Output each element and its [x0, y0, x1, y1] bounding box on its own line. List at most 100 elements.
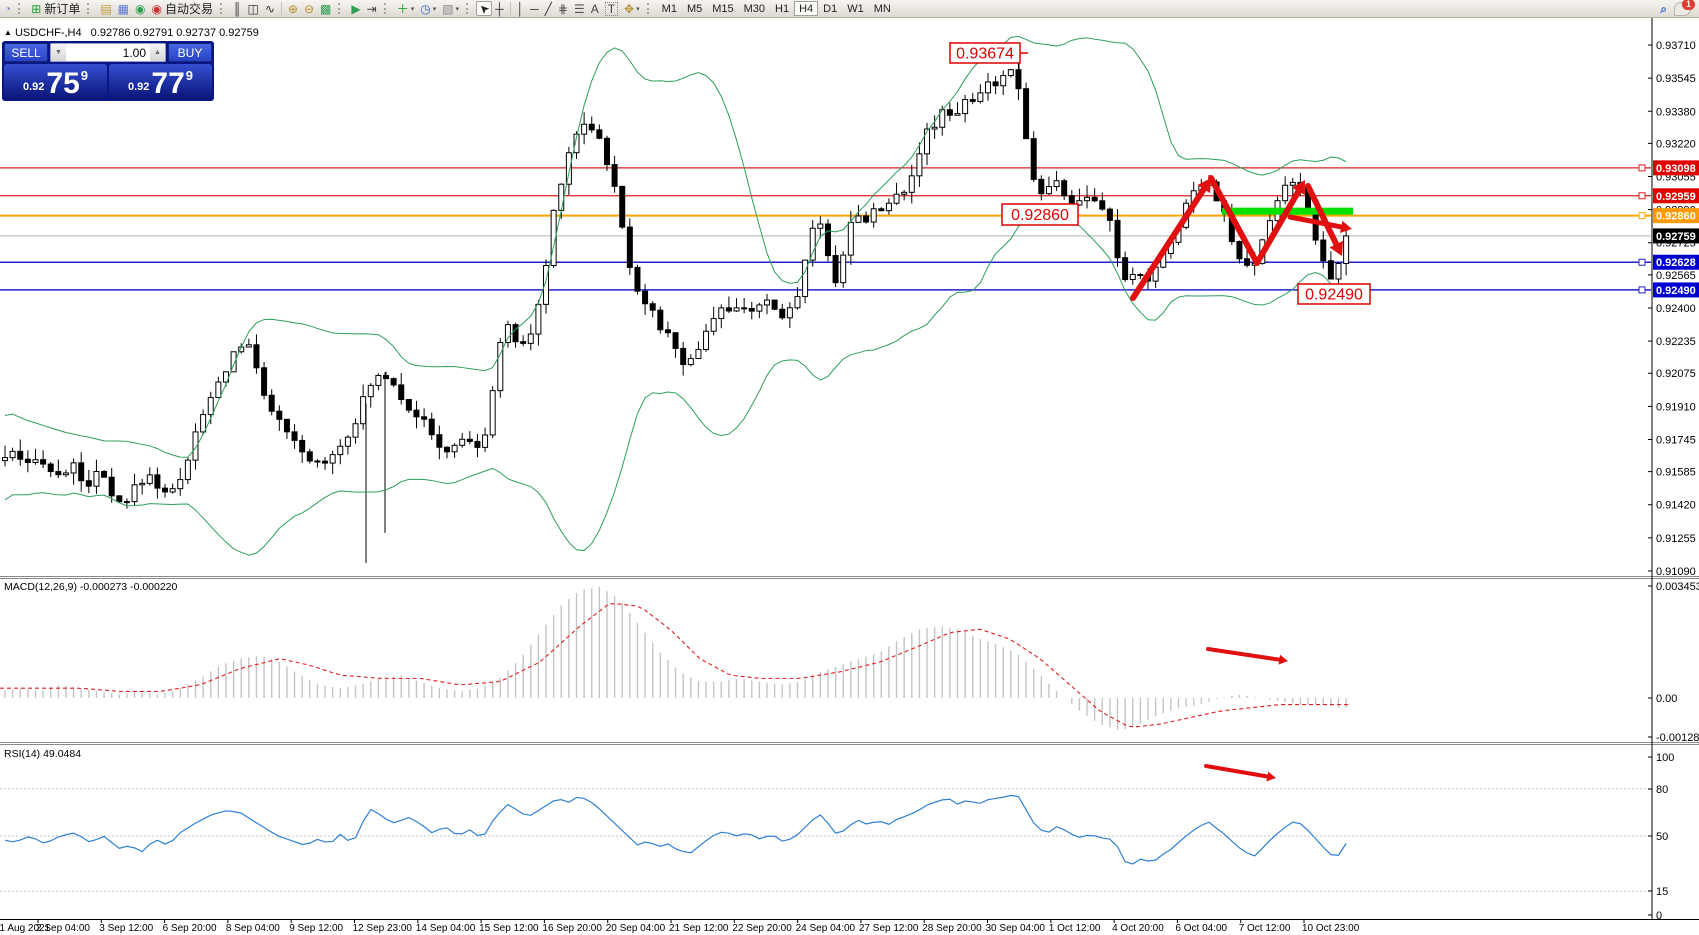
new-order-button-label: 新订单: [44, 0, 80, 17]
candle-body: [909, 176, 914, 192]
auto-scroll-button[interactable]: ▶: [348, 1, 363, 16]
horizontal-line-glyph: ─: [530, 3, 539, 15]
chart-background: [0, 17, 1699, 935]
auto-trading-button[interactable]: ◉自动交易: [149, 1, 217, 16]
buy-button[interactable]: BUY: [168, 43, 212, 62]
rsi-axis-label: 50: [1656, 831, 1668, 843]
y-axis-label: 0.92400: [1656, 303, 1696, 315]
toolbar-separator: [510, 2, 511, 15]
candle-body: [490, 391, 495, 435]
candle-body: [772, 300, 777, 309]
fibonacci-f-glyph: ☰: [574, 3, 585, 15]
candle-body: [1336, 264, 1341, 279]
cursor-button[interactable]: ➤: [476, 1, 492, 16]
candle-body: [513, 325, 518, 342]
text-button[interactable]: A: [588, 1, 602, 16]
vertical-line-button[interactable]: │: [514, 1, 528, 16]
candle-body: [582, 124, 587, 134]
sell-button[interactable]: SELL: [4, 43, 48, 62]
candle-body: [368, 385, 373, 396]
timeframe-h4-button[interactable]: H4: [794, 1, 818, 16]
zoom-out-button[interactable]: ⊖: [301, 1, 317, 16]
candle-body: [384, 375, 389, 378]
indicators-glyph: ＋: [397, 3, 409, 15]
chart-shift-button[interactable]: ⇥: [364, 1, 380, 16]
signals-icon[interactable]: ◉: [132, 1, 148, 16]
market-watch-icon[interactable]: ▤: [97, 1, 114, 16]
candle-body: [719, 308, 724, 319]
fibonacci-f-button[interactable]: ☰: [571, 1, 588, 16]
candle-body: [856, 216, 861, 222]
candle-body: [124, 502, 129, 503]
volume-increase-button[interactable]: ▲: [150, 44, 165, 61]
level-line-endpoint: [1639, 213, 1645, 219]
level-line-endpoint: [1639, 259, 1645, 265]
line-chart-icon-glyph: ∿: [265, 3, 275, 15]
chart-area[interactable]: 0.937100.935450.933800.932200.930550.928…: [0, 0, 1699, 935]
volume-input[interactable]: [66, 44, 150, 61]
timeframe-d1-button[interactable]: D1: [818, 1, 842, 16]
arrows-button[interactable]: ✥▾: [621, 1, 643, 16]
candle-body: [48, 464, 53, 471]
clipped-chart-icon[interactable]: ◔: [1, 1, 14, 16]
candlestick-chart-icon[interactable]: ◫: [245, 1, 262, 16]
candle-body: [338, 446, 343, 454]
zoom-in-button[interactable]: ⊕: [285, 1, 301, 16]
candle-body: [673, 333, 678, 349]
candle-body: [841, 255, 846, 283]
candle-body: [665, 330, 670, 333]
buy-price-button[interactable]: 0.92779: [109, 64, 212, 99]
macd-axis-label: -0.001283: [1656, 732, 1699, 744]
candle-body: [871, 209, 876, 222]
line-chart-icon[interactable]: ∿: [262, 1, 278, 16]
candle-body: [688, 358, 693, 364]
candle-body: [1092, 197, 1097, 200]
candle-body: [536, 304, 541, 334]
candle-body: [246, 345, 251, 347]
notification-bubble[interactable]: 1: [1674, 2, 1691, 16]
candle-body: [155, 475, 160, 488]
vertical-line-glyph: │: [517, 3, 525, 15]
timeframe-m5-button[interactable]: M5: [682, 1, 707, 16]
data-window-icon-glyph: ▦: [118, 3, 129, 15]
timeframe-m15-button[interactable]: M15: [707, 1, 738, 16]
timeframe-m30-button[interactable]: M30: [739, 1, 770, 16]
trendline-button[interactable]: ╱: [542, 1, 555, 16]
timeframe-mn-button[interactable]: MN: [869, 1, 896, 16]
bar-chart-icon[interactable]: ║: [230, 1, 245, 16]
timeframe-w1-button[interactable]: W1: [842, 1, 869, 16]
rsi-axis-label: 80: [1656, 784, 1668, 796]
time-axis-label: 10 Oct 23:00: [1302, 923, 1360, 934]
y-axis-label: 0.92565: [1656, 270, 1696, 282]
time-axis-label: 27 Sep 12:00: [859, 923, 919, 934]
time-axis-label: 2 Sep 04:00: [36, 923, 90, 934]
time-axis-label: 15 Sep 12:00: [479, 923, 539, 934]
crosshair-button[interactable]: ┼: [492, 1, 507, 16]
timeframe-m1-button[interactable]: M1: [657, 1, 682, 16]
timeframe-h1-button[interactable]: H1: [770, 1, 794, 16]
price-badge-text: 0.92628: [1656, 257, 1696, 269]
candle-body: [3, 458, 8, 461]
sell-price-button[interactable]: 0.92759: [4, 64, 107, 99]
templates-button[interactable]: ▧▾: [439, 1, 462, 16]
candle-body: [886, 203, 891, 210]
volume-decrease-button[interactable]: ▼: [51, 44, 66, 61]
data-window-icon[interactable]: ▦: [115, 1, 132, 16]
candle-body: [894, 194, 899, 203]
y-axis-label: 0.91255: [1656, 533, 1696, 545]
candle-body: [955, 114, 960, 116]
new-order-button[interactable]: ⊞新订单: [28, 1, 83, 16]
candle-body: [604, 138, 609, 164]
search-icon[interactable]: ⌕: [1657, 1, 1670, 16]
indicators-button[interactable]: ＋▾: [394, 1, 418, 16]
time-axis-label: 6 Oct 04:00: [1175, 923, 1227, 934]
tile-windows-icon[interactable]: ▩: [317, 1, 334, 16]
period-button[interactable]: ◷▾: [417, 1, 439, 16]
candle-body: [178, 480, 183, 489]
price-badge-text: 0.92959: [1656, 191, 1696, 203]
candle-body: [353, 424, 358, 437]
candle-body: [1123, 258, 1128, 280]
horizontal-line-button[interactable]: ─: [527, 1, 542, 16]
fibonacci-e-button[interactable]: ⋕: [555, 1, 571, 16]
text-label-button[interactable]: T: [602, 1, 621, 16]
